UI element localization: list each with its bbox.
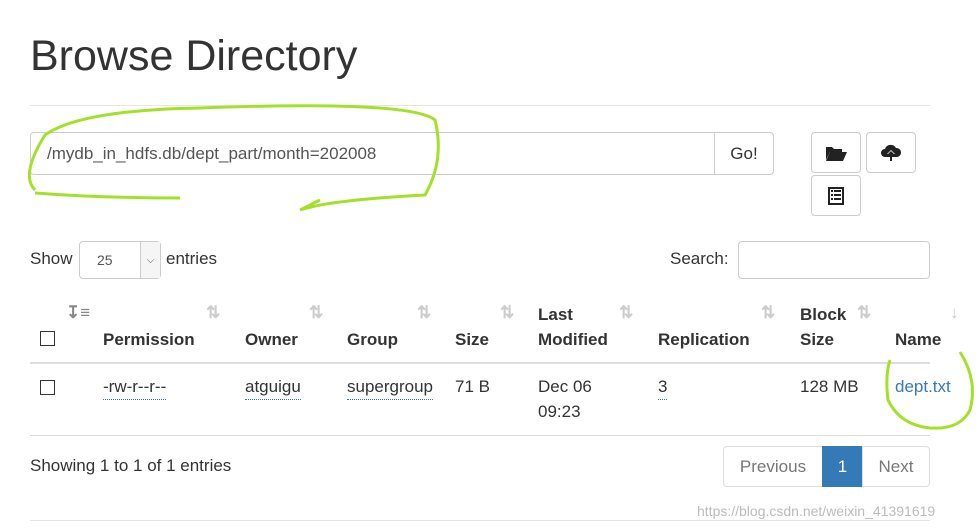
sort-icon[interactable]: ⇅ [309,303,323,323]
cut-paste-button[interactable] [811,175,861,216]
column-size[interactable]: Size [455,327,489,352]
cloud-upload-icon [881,144,902,161]
entries-label: entries [166,249,218,268]
modified-time: 09:23 [538,402,581,421]
column-block[interactable]: Block [800,302,846,327]
sort-icon[interactable]: ⇅ [206,303,220,323]
footer-divider [30,520,930,521]
sort-icon[interactable]: ⇅ [857,303,871,323]
upload-button[interactable] [866,132,916,173]
column-replication[interactable]: Replication [658,327,750,352]
create-directory-button[interactable] [811,132,861,173]
modified-date: Dec 06 [538,377,592,396]
next-button[interactable]: Next [862,446,930,487]
go-button[interactable]: Go! [714,132,774,175]
watermark: https://blog.csdn.net/weixin_41391619 [697,503,936,519]
file-link[interactable]: dept.txt [895,374,951,399]
previous-button[interactable]: Previous [723,446,823,487]
table-info: Showing 1 to 1 of 1 entries [30,456,232,475]
page-size-value: 25 [97,252,113,268]
search-label: Search: [670,249,729,268]
replication-cell[interactable]: 3 [658,374,668,400]
size-cell: 71 B [455,377,490,396]
sort-icon[interactable]: ↓ [950,303,959,323]
chevron-down-icon: ⌵ [140,242,160,278]
permission-cell[interactable]: -rw-r--r-- [103,374,167,400]
column-block-size[interactable]: Size [800,327,834,352]
column-last[interactable]: Last [538,302,573,327]
page-size-select[interactable]: 25 ⌵ [79,241,161,279]
page-1-button[interactable]: 1 [822,446,863,487]
row-divider [30,435,930,436]
sort-icon[interactable]: ⇅ [761,303,775,323]
select-all-checkbox[interactable] [40,331,55,346]
sort-icon[interactable]: ⇅ [500,303,514,323]
owner-cell: atguigu [245,374,301,400]
column-modified[interactable]: Modified [538,327,608,352]
column-owner[interactable]: Owner [245,327,298,352]
folder-open-icon [826,146,847,161]
row-checkbox[interactable] [40,380,55,395]
divider [30,105,930,106]
sort-icon[interactable]: ⇅ [417,303,431,323]
column-name[interactable]: Name [895,327,941,352]
list-icon [828,186,844,205]
page-title: Browse Directory [30,32,358,80]
sort-icon[interactable]: ⇅ [619,303,633,323]
path-input[interactable]: /mydb_in_hdfs.db/dept_part/month=202008 [30,132,715,175]
sort-icon[interactable]: ↧≡ [66,303,90,323]
group-cell: supergroup [347,374,434,400]
header-divider [30,362,930,364]
search-input[interactable] [738,241,930,279]
column-group[interactable]: Group [347,327,398,352]
block-size-cell: 128 MB [800,377,859,396]
show-label: Show [30,249,73,268]
column-permission[interactable]: Permission [103,327,195,352]
